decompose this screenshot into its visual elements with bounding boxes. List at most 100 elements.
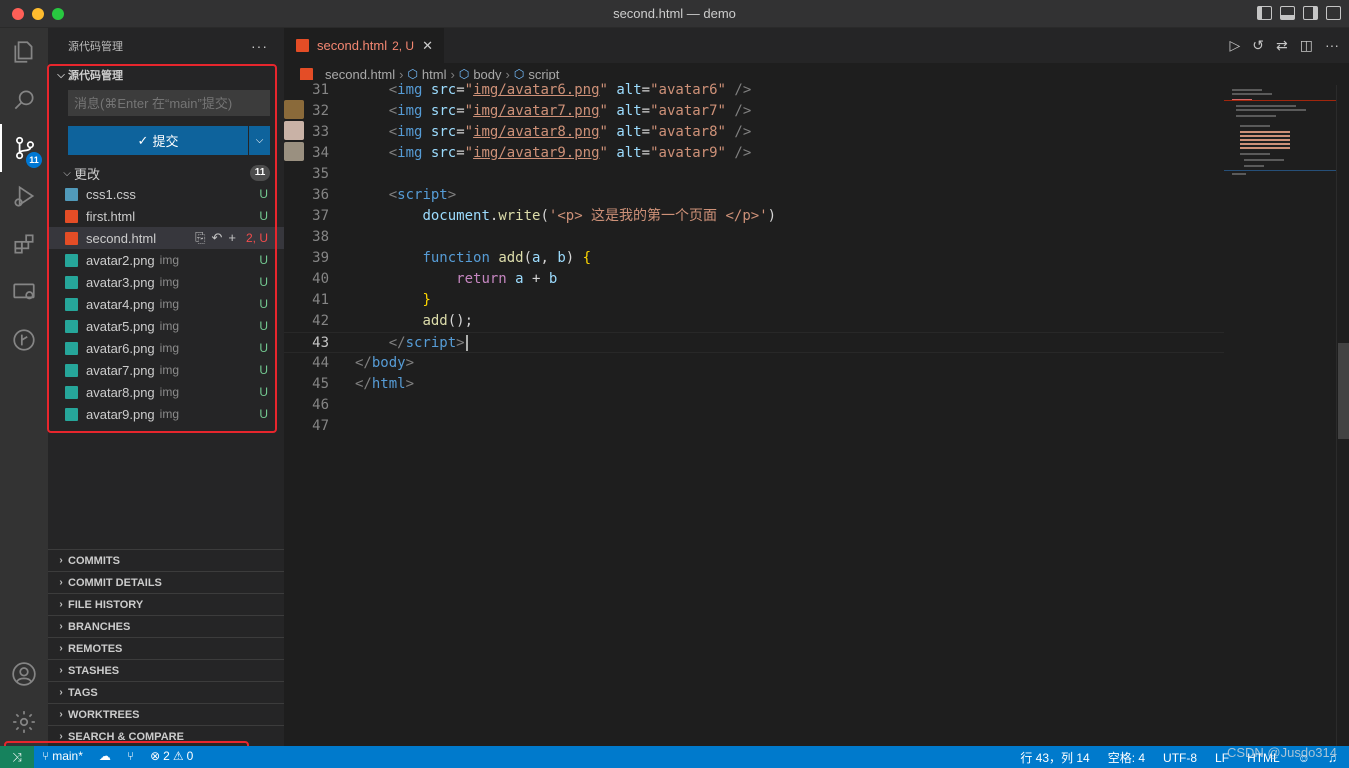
- changed-file-row[interactable]: avatar7.png img U: [48, 359, 284, 381]
- close-icon[interactable]: ✕: [422, 38, 433, 54]
- panel-header[interactable]: › SEARCH & COMPARE: [48, 725, 284, 747]
- toggle-secondary-sidebar-icon[interactable]: [1303, 6, 1318, 20]
- cursor-position[interactable]: 行 43，列 14: [1020, 749, 1089, 766]
- tab-status: 2, U: [392, 38, 415, 53]
- code-line: 42 add();: [312, 313, 474, 329]
- toggle-primary-sidebar-icon[interactable]: [1257, 6, 1272, 20]
- accounts-icon[interactable]: [0, 650, 48, 698]
- code-line: 46: [312, 397, 329, 413]
- tab-label: second.html: [317, 38, 388, 53]
- symbol-icon: ⬡: [407, 67, 418, 81]
- changes-label: 更改: [74, 166, 101, 182]
- panel-header[interactable]: › BRANCHES: [48, 615, 284, 637]
- changes-group-header[interactable]: ⌵ 更改: [48, 162, 284, 184]
- sidebar-header: 源代码管理 ···: [48, 28, 284, 64]
- warning-count: 0: [186, 749, 194, 763]
- history-icon[interactable]: ↺: [1252, 37, 1264, 54]
- customize-layout-icon[interactable]: [1326, 6, 1341, 20]
- chevron-right-icon: ›: [59, 599, 63, 610]
- commit-button[interactable]: ✓ 提交: [68, 126, 248, 155]
- changed-file-row[interactable]: second.html ⎘ ↶ +2, U: [48, 227, 284, 249]
- panel-header[interactable]: › FILE HISTORY: [48, 593, 284, 615]
- file-status: U: [259, 297, 268, 311]
- indentation[interactable]: 空格: 4: [1108, 749, 1145, 766]
- remote-indicator-icon[interactable]: ⤨: [0, 746, 34, 768]
- panel-header[interactable]: › TAGS: [48, 681, 284, 703]
- vertical-scrollbar[interactable]: [1336, 85, 1349, 746]
- title-bar: second.html — demo: [0, 0, 1349, 28]
- code-line: 32 <img src="img/avatar7.png" alt="avata…: [312, 103, 752, 119]
- scrollbar-thumb[interactable]: [1338, 343, 1349, 439]
- file-folder: img: [159, 407, 180, 421]
- editor-tab-bar: second.html 2, U ✕ ▷ ↺ ⇄ ◫ ···: [284, 28, 1349, 63]
- chevron-right-icon: ›: [59, 687, 63, 698]
- minimap[interactable]: [1224, 85, 1336, 746]
- panel-title: BRANCHES: [68, 620, 131, 633]
- run-debug-icon[interactable]: [0, 172, 48, 220]
- split-editor-icon[interactable]: ◫: [1300, 37, 1313, 54]
- file-folder: img: [159, 319, 180, 333]
- panel-header[interactable]: › REMOTES: [48, 637, 284, 659]
- tab-second-html[interactable]: second.html 2, U ✕: [284, 28, 444, 63]
- html-file-icon: [300, 67, 313, 81]
- code-editor[interactable]: 31 <img src="img/avatar6.png" alt="avata…: [284, 80, 1224, 746]
- file-folder: img: [159, 275, 180, 289]
- publish-branch-icon[interactable]: ☁: [99, 749, 111, 763]
- changed-file-row[interactable]: avatar9.png img U: [48, 403, 284, 425]
- file-name: avatar2.png: [86, 252, 155, 268]
- file-status: U: [259, 407, 268, 421]
- commit-message-input[interactable]: [68, 90, 270, 116]
- code-line: 35: [312, 166, 329, 182]
- panel-title: STASHES: [68, 664, 120, 677]
- more-actions-icon[interactable]: ···: [1325, 37, 1339, 54]
- changed-file-row[interactable]: css1.css U: [48, 183, 284, 205]
- chevron-right-icon: ›: [59, 643, 63, 654]
- scm-section-header[interactable]: ⌵ 源代码管理: [48, 64, 284, 86]
- open-changes-icon[interactable]: ⇄: [1276, 37, 1288, 54]
- file-status: 2, U: [245, 231, 268, 245]
- source-control-icon[interactable]: 11: [0, 124, 48, 172]
- code-line: 31 <img src="img/avatar6.png" alt="avata…: [312, 82, 752, 98]
- changes-count-badge: 11: [250, 165, 270, 181]
- chevron-right-icon: ›: [59, 555, 63, 566]
- settings-gear-icon[interactable]: [0, 698, 48, 746]
- panel-header[interactable]: › STASHES: [48, 659, 284, 681]
- more-actions-icon[interactable]: ···: [251, 38, 268, 54]
- file-status: U: [259, 253, 268, 267]
- file-name: avatar6.png: [86, 340, 155, 356]
- changed-file-row[interactable]: avatar8.png img U: [48, 381, 284, 403]
- symbol-icon: ⬡: [513, 67, 525, 81]
- changed-file-row[interactable]: avatar5.png img U: [48, 315, 284, 337]
- chevron-down-icon: ⌵: [57, 69, 65, 81]
- encoding[interactable]: UTF-8: [1163, 749, 1197, 766]
- changed-file-row[interactable]: avatar2.png img U: [48, 249, 284, 271]
- changed-files-list: css1.css Ufirst.html U second.html ⎘ ↶ +2, U av…: [48, 183, 284, 425]
- file-status: U: [259, 363, 268, 377]
- file-name: second.html: [86, 230, 157, 246]
- discard-changes-icon[interactable]: ↶: [212, 230, 223, 246]
- changed-file-row[interactable]: avatar3.png img U: [48, 271, 284, 293]
- changed-file-row[interactable]: avatar4.png img U: [48, 293, 284, 315]
- error-icon: ⊗: [150, 749, 161, 763]
- changed-file-row[interactable]: first.html U: [48, 205, 284, 227]
- changed-file-row[interactable]: avatar6.png img U: [48, 337, 284, 359]
- branch-indicator[interactable]: ⑂ main*: [42, 749, 83, 763]
- toggle-panel-icon[interactable]: [1280, 6, 1295, 20]
- panel-header[interactable]: › COMMIT DETAILS: [48, 571, 284, 593]
- gitlens-icon[interactable]: [0, 316, 48, 364]
- panel-header[interactable]: › WORKTREES: [48, 703, 284, 725]
- explorer-icon[interactable]: [0, 28, 48, 76]
- run-icon[interactable]: ▷: [1230, 37, 1241, 54]
- problems-indicator[interactable]: ⊗ 2 ⚠ 0: [150, 749, 193, 763]
- symbol-icon: ⬡: [458, 67, 470, 81]
- image-file-icon: [65, 385, 78, 399]
- search-icon[interactable]: [0, 76, 48, 124]
- extensions-icon[interactable]: [0, 220, 48, 268]
- file-name: avatar8.png: [86, 384, 155, 400]
- remote-explorer-icon[interactable]: [0, 268, 48, 316]
- open-file-icon[interactable]: ⎘: [195, 230, 205, 246]
- stage-changes-icon[interactable]: +: [228, 230, 236, 246]
- panel-header[interactable]: › COMMITS: [48, 549, 284, 571]
- commit-dropdown-button[interactable]: ⌵: [249, 126, 270, 155]
- git-graph-icon[interactable]: ⑂: [127, 749, 134, 763]
